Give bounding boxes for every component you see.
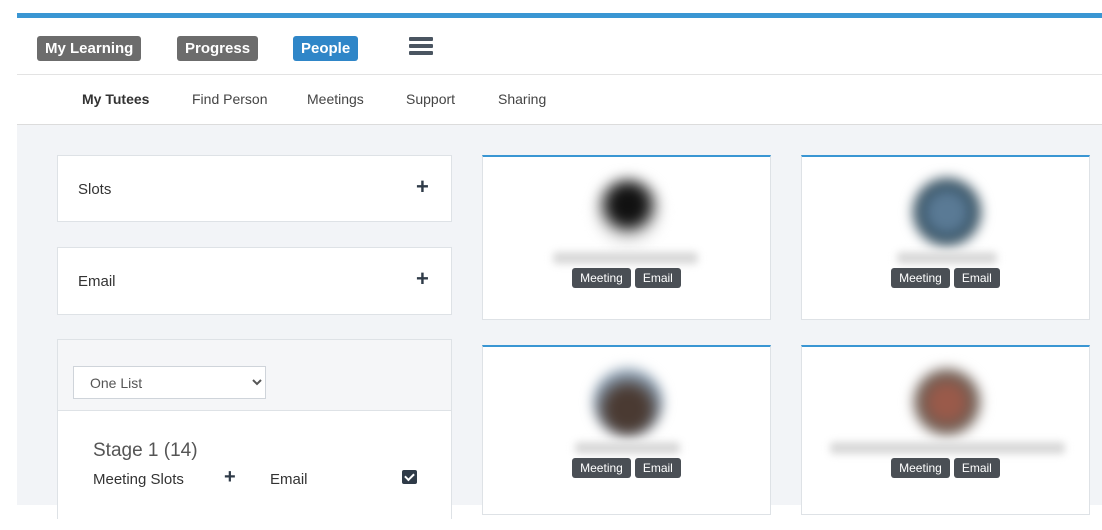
stage-box: Stage 1 (14) Meeting Slots + Email <box>58 410 451 530</box>
tab-people[interactable]: People <box>293 36 359 61</box>
sub-nav: My Tutees Find Person Meetings Support S… <box>17 75 1102 125</box>
subnav-meetings[interactable]: Meetings <box>307 91 364 107</box>
email-button[interactable]: Email <box>634 268 681 288</box>
hamburger-icon[interactable] <box>409 37 433 57</box>
add-meeting-slot-plus-icon[interactable]: + <box>224 467 236 487</box>
card-actions: Meeting Email <box>483 268 770 288</box>
subnav-find-person[interactable]: Find Person <box>192 91 267 107</box>
list-panel: One List Stage 1 (14) Meeting Slots + Em… <box>57 339 452 530</box>
email-button[interactable]: Email <box>953 268 1000 288</box>
card-actions: Meeting Email <box>802 268 1089 288</box>
email-title: Email <box>78 273 116 290</box>
person-name-blurred <box>575 442 680 454</box>
email-button[interactable]: Email <box>634 458 681 478</box>
tab-my-learning[interactable]: My Learning <box>37 36 142 61</box>
avatar <box>912 367 982 437</box>
person-name-blurred <box>553 252 698 264</box>
expand-slots-plus-icon[interactable]: + <box>416 176 429 198</box>
avatar <box>593 177 663 247</box>
subnav-my-tutees[interactable]: My Tutees <box>82 91 149 107</box>
avatar <box>912 177 982 247</box>
email-button[interactable]: Email <box>953 458 1000 478</box>
meeting-button[interactable]: Meeting <box>572 458 631 478</box>
person-card: Meeting Email <box>801 345 1090 515</box>
tab-progress[interactable]: Progress <box>177 36 259 61</box>
meeting-slots-label: Meeting Slots <box>93 471 184 488</box>
slots-panel[interactable]: Slots + <box>57 155 452 222</box>
main-nav: My Learning Progress People <box>17 18 1102 75</box>
card-actions: Meeting Email <box>802 458 1089 478</box>
list-select[interactable]: One List <box>73 366 266 399</box>
person-card: Meeting Email <box>801 155 1090 320</box>
subnav-sharing[interactable]: Sharing <box>498 91 546 107</box>
expand-email-plus-icon[interactable]: + <box>416 268 429 290</box>
main-content: Slots + Email + One List Stage 1 (14) Me… <box>17 125 1102 530</box>
person-card: Meeting Email <box>482 155 771 320</box>
person-name-blurred <box>830 442 1065 454</box>
avatar <box>593 367 663 437</box>
stage-email-label: Email <box>270 471 308 488</box>
envelope-icon[interactable] <box>402 470 417 484</box>
meeting-button[interactable]: Meeting <box>891 458 950 478</box>
card-actions: Meeting Email <box>483 458 770 478</box>
stage-title: Stage 1 (14) <box>93 440 198 461</box>
person-card: Meeting Email <box>482 345 771 515</box>
slots-title: Slots <box>78 181 112 198</box>
subnav-support[interactable]: Support <box>406 91 455 107</box>
meeting-button[interactable]: Meeting <box>891 268 950 288</box>
email-panel[interactable]: Email + <box>57 247 452 315</box>
person-name-blurred <box>897 252 997 264</box>
meeting-button[interactable]: Meeting <box>572 268 631 288</box>
